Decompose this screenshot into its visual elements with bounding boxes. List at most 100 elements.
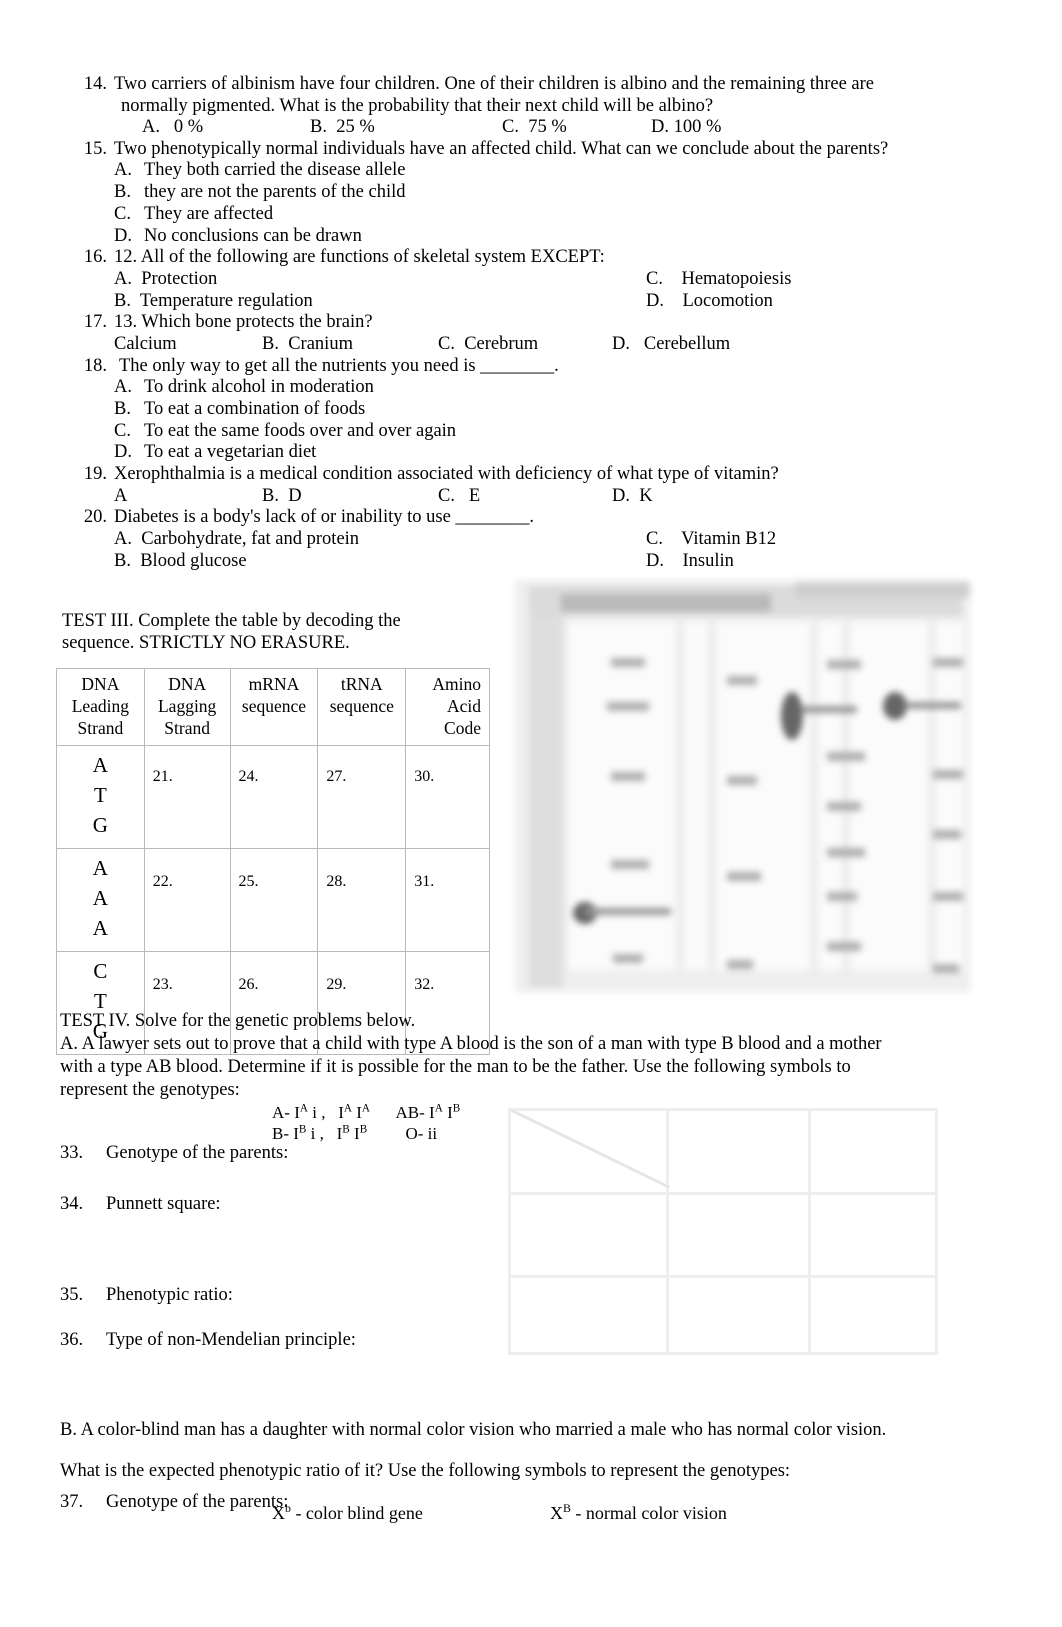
option-d[interactable]: D. No conclusions can be drawn	[114, 226, 938, 248]
col-header-mrna: mRNA sequence	[229, 668, 319, 746]
cell-mrna-blank[interactable]: 25.	[229, 848, 319, 952]
question-text-continued: normally pigmented. What is the probabil…	[121, 95, 714, 116]
question-number: 20.	[83, 507, 107, 528]
option-list: A. Protection C. Hematopoiesis B. Temper…	[114, 269, 938, 312]
punnett-square-grid[interactable]	[508, 1108, 938, 1355]
item-36: 36. Type of non-Mendelian principle:	[60, 1330, 356, 1351]
option-text: To eat a vegetarian diet	[144, 442, 317, 463]
item-label: Punnett square:	[106, 1194, 221, 1214]
question-number: 19.	[83, 463, 107, 484]
question-text: The only way to get all the nutrients yo…	[119, 355, 559, 376]
question-number: 17.	[83, 312, 107, 333]
option-b[interactable]: B. Cranium	[262, 334, 353, 356]
option-list: A. They both carried the disease allele …	[114, 160, 938, 247]
symbol-normal-color-vision: XB - normal color vision	[550, 1500, 727, 1523]
option-b[interactable]: B. they are not the parents of the child	[114, 182, 938, 204]
question-text: 13. Which bone protects the brain?	[114, 312, 373, 333]
option-c[interactable]: C. Cerebrum	[438, 334, 538, 356]
multiple-choice-section: 14. Two carriers of albinism have four c…	[78, 74, 938, 572]
option-a[interactable]: A. To drink alcohol in moderation	[114, 377, 938, 399]
cell-dna-lagging-blank[interactable]: 22.	[143, 848, 231, 952]
option-a[interactable]: A. Protection	[114, 269, 217, 291]
problem-b-line2: What is the expected phenotypic ratio of…	[60, 1461, 791, 1481]
item-33: 33. Genotype of the parents:	[60, 1143, 288, 1164]
test4-heading: TEST IV. Solve for the genetic problems …	[60, 1011, 416, 1031]
question-item: 18. The only way to get all the nutrient…	[78, 356, 938, 464]
symbol-color-blind-gene: Xb - color blind gene	[272, 1500, 423, 1523]
option-text: To eat a combination of foods	[144, 398, 366, 419]
option-a[interactable]: A. They both carried the disease allele	[114, 160, 938, 182]
option-d[interactable]: D. 100 %	[651, 117, 721, 139]
item-label: Genotype of the parents:	[106, 1143, 289, 1163]
question-item: 15. Two phenotypically normal individual…	[78, 139, 938, 247]
option-a[interactable]: A	[114, 486, 127, 508]
option-c[interactable]: C. Hematopoiesis	[646, 269, 791, 291]
cell-amino-blank[interactable]: 31.	[405, 848, 490, 952]
question-text: Two phenotypically normal individuals ha…	[114, 138, 889, 159]
option-a[interactable]: A. 0 %	[142, 117, 203, 139]
item-34: 34. Punnett square:	[60, 1194, 221, 1215]
option-d[interactable]: D. Insulin	[646, 551, 734, 573]
question-number: 14.	[83, 74, 107, 94]
option-b[interactable]: B. To eat a combination of foods	[114, 399, 938, 421]
question-number: 16.	[83, 247, 107, 268]
genetic-code-codon-chart-image	[515, 580, 970, 992]
problem-a-line2: with a type AB blood. Determine if it is…	[60, 1057, 851, 1077]
option-a[interactable]: Calcium	[114, 334, 177, 356]
option-d[interactable]: D. Cerebellum	[612, 334, 730, 356]
question-item: 16. 12. All of the following are functio…	[78, 247, 938, 312]
cell-trna-blank[interactable]: 27.	[317, 745, 407, 849]
question-text: 12. All of the following are functions o…	[114, 247, 605, 268]
option-c[interactable]: C. To eat the same foods over and over a…	[114, 421, 938, 443]
problem-a-line3: represent the genotypes:	[60, 1080, 240, 1100]
option-c[interactable]: C. E	[438, 486, 480, 508]
option-c[interactable]: C. 75 %	[502, 117, 567, 139]
option-label: C.	[114, 420, 131, 441]
option-list: A. Carbohydrate, fat and protein C. Vita…	[114, 529, 938, 572]
cell-dna-leading: A T G	[56, 745, 145, 849]
problem-a-line1: A. A lawyer sets out to prove that a chi…	[60, 1034, 882, 1054]
cell-trna-blank[interactable]: 28.	[317, 848, 407, 952]
question-text: Diabetes is a body's lack of or inabilit…	[114, 507, 535, 528]
col-header-dna-lagging: DNA Lagging Strand	[143, 668, 231, 746]
table-header-row: DNA Leading Strand DNA Lagging Strand mR…	[56, 668, 490, 746]
item-label: Phenotypic ratio:	[106, 1285, 233, 1305]
option-c[interactable]: C. They are affected	[114, 204, 938, 226]
option-label: B.	[114, 398, 131, 419]
question-item: 20. Diabetes is a body's lack of or inab…	[78, 507, 938, 572]
option-d[interactable]: D. To eat a vegetarian diet	[114, 442, 938, 464]
option-b[interactable]: B. D	[262, 486, 302, 508]
option-b[interactable]: B. 25 %	[310, 117, 375, 139]
option-label: D.	[114, 442, 132, 463]
option-label: C.	[114, 203, 131, 224]
test3-instruction-line1: TEST III. Complete the table by decoding…	[62, 611, 401, 631]
cell-dna-lagging-blank[interactable]: 21.	[143, 745, 231, 849]
option-text: To eat the same foods over and over agai…	[144, 420, 457, 441]
item-label: Genotype of the parents:	[106, 1492, 289, 1512]
col-header-dna-leading: DNA Leading Strand	[56, 668, 145, 746]
option-row: Calcium B. Cranium C. Cerebrum D. Cerebe…	[114, 334, 938, 356]
option-a[interactable]: A. Carbohydrate, fat and protein	[114, 529, 359, 551]
col-header-amino-acid: Amino Acid Code	[405, 668, 490, 746]
cell-amino-blank[interactable]: 30.	[405, 745, 490, 849]
cell-dna-leading: A A A	[56, 848, 145, 952]
option-d[interactable]: D. K	[612, 486, 653, 508]
test3-instruction: TEST III. Complete the table by decoding…	[62, 610, 462, 654]
question-number: 15.	[83, 138, 107, 159]
option-b[interactable]: B. Temperature regulation	[114, 291, 313, 313]
option-text: To drink alcohol in moderation	[144, 377, 374, 398]
problem-b-line1: B. A color-blind man has a daughter with…	[60, 1419, 887, 1440]
option-c[interactable]: C. Vitamin B12	[646, 529, 776, 551]
option-b[interactable]: B. Blood glucose	[114, 551, 247, 573]
option-text: They are affected	[144, 203, 274, 224]
option-d[interactable]: D. Locomotion	[646, 291, 773, 313]
option-text: they are not the parents of the child	[144, 182, 406, 203]
option-label: D.	[114, 225, 132, 246]
cell-mrna-blank[interactable]: 24.	[229, 745, 319, 849]
item-37: 37. Genotype of the parents:	[60, 1492, 288, 1513]
exam-page: 14. Two carriers of albinism have four c…	[0, 0, 1062, 1627]
option-label: A.	[114, 160, 132, 181]
option-label: A.	[114, 377, 132, 398]
item-number: 37.	[60, 1492, 84, 1512]
item-label: Type of non-Mendelian principle:	[106, 1330, 356, 1350]
